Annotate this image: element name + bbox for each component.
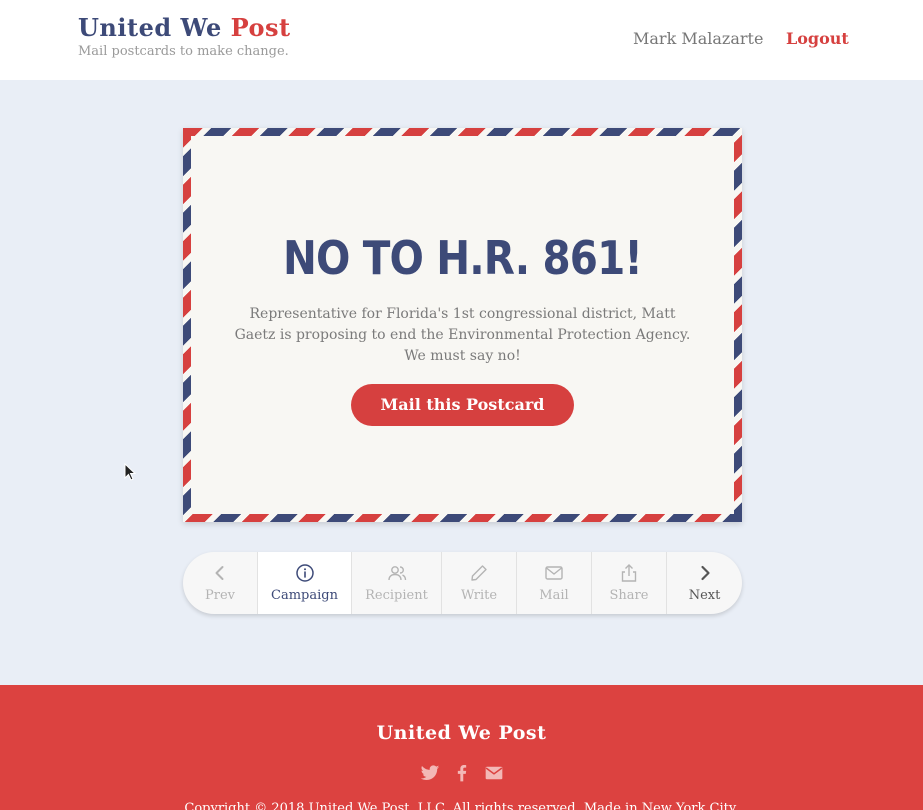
step-recipient-label: Recipient	[365, 588, 428, 603]
step-campaign-label: Campaign	[271, 588, 338, 603]
step-mail-label: Mail	[539, 588, 569, 603]
step-prev-label: Prev	[205, 588, 235, 603]
brand-title: United We Post	[78, 14, 291, 42]
step-navigation: Prev Campaign Recipient Write Mail Share…	[183, 552, 742, 614]
envelope-icon[interactable]	[484, 763, 504, 783]
step-next-button[interactable]: Next	[667, 552, 742, 614]
users-icon	[387, 566, 406, 581]
twitter-icon[interactable]	[420, 763, 440, 783]
step-prev-button[interactable]: Prev	[183, 552, 258, 614]
site-header: United We Post Mail postcards to make ch…	[0, 0, 923, 80]
brand[interactable]: United We Post Mail postcards to make ch…	[78, 14, 291, 60]
facebook-icon[interactable]	[452, 763, 472, 783]
footer-brand: United We Post	[376, 722, 547, 744]
postcard: NO TO H.R. 861! Representative for Flori…	[183, 128, 742, 522]
step-write-label: Write	[460, 588, 498, 603]
brand-tagline: Mail postcards to make change.	[78, 44, 289, 59]
step-share[interactable]: Share	[592, 552, 667, 614]
mouse-cursor-icon	[124, 463, 136, 481]
chevron-right-icon	[700, 565, 710, 581]
user-name-link[interactable]: Mark Malazarte	[633, 29, 763, 48]
pencil-icon	[471, 565, 487, 581]
step-write[interactable]: Write	[442, 552, 517, 614]
step-mail[interactable]: Mail	[517, 552, 592, 614]
postcard-body: NO TO H.R. 861! Representative for Flori…	[191, 136, 734, 514]
brand-title-main: United We	[78, 13, 231, 42]
share-icon	[621, 564, 637, 582]
step-campaign[interactable]: Campaign	[258, 552, 352, 614]
step-recipient[interactable]: Recipient	[352, 552, 442, 614]
campaign-title: NO TO H.R. 861!	[283, 231, 643, 285]
social-links	[0, 763, 923, 783]
brand-title-accent: Post	[230, 13, 291, 42]
site-footer: United We Post Copyright © 2018 United W…	[0, 685, 923, 810]
chevron-left-icon	[215, 566, 224, 580]
campaign-description: Representative for Florida's 1st congres…	[234, 306, 691, 364]
step-next-label: Next	[688, 588, 721, 603]
envelope-icon	[545, 566, 563, 580]
step-share-label: Share	[609, 588, 649, 603]
footer-copyright: Copyright © 2018 United We Post, LLC. Al…	[184, 801, 739, 810]
info-circle-icon	[295, 564, 314, 582]
mail-postcard-button[interactable]: Mail this Postcard	[351, 384, 574, 426]
logout-link[interactable]: Logout	[786, 29, 849, 48]
